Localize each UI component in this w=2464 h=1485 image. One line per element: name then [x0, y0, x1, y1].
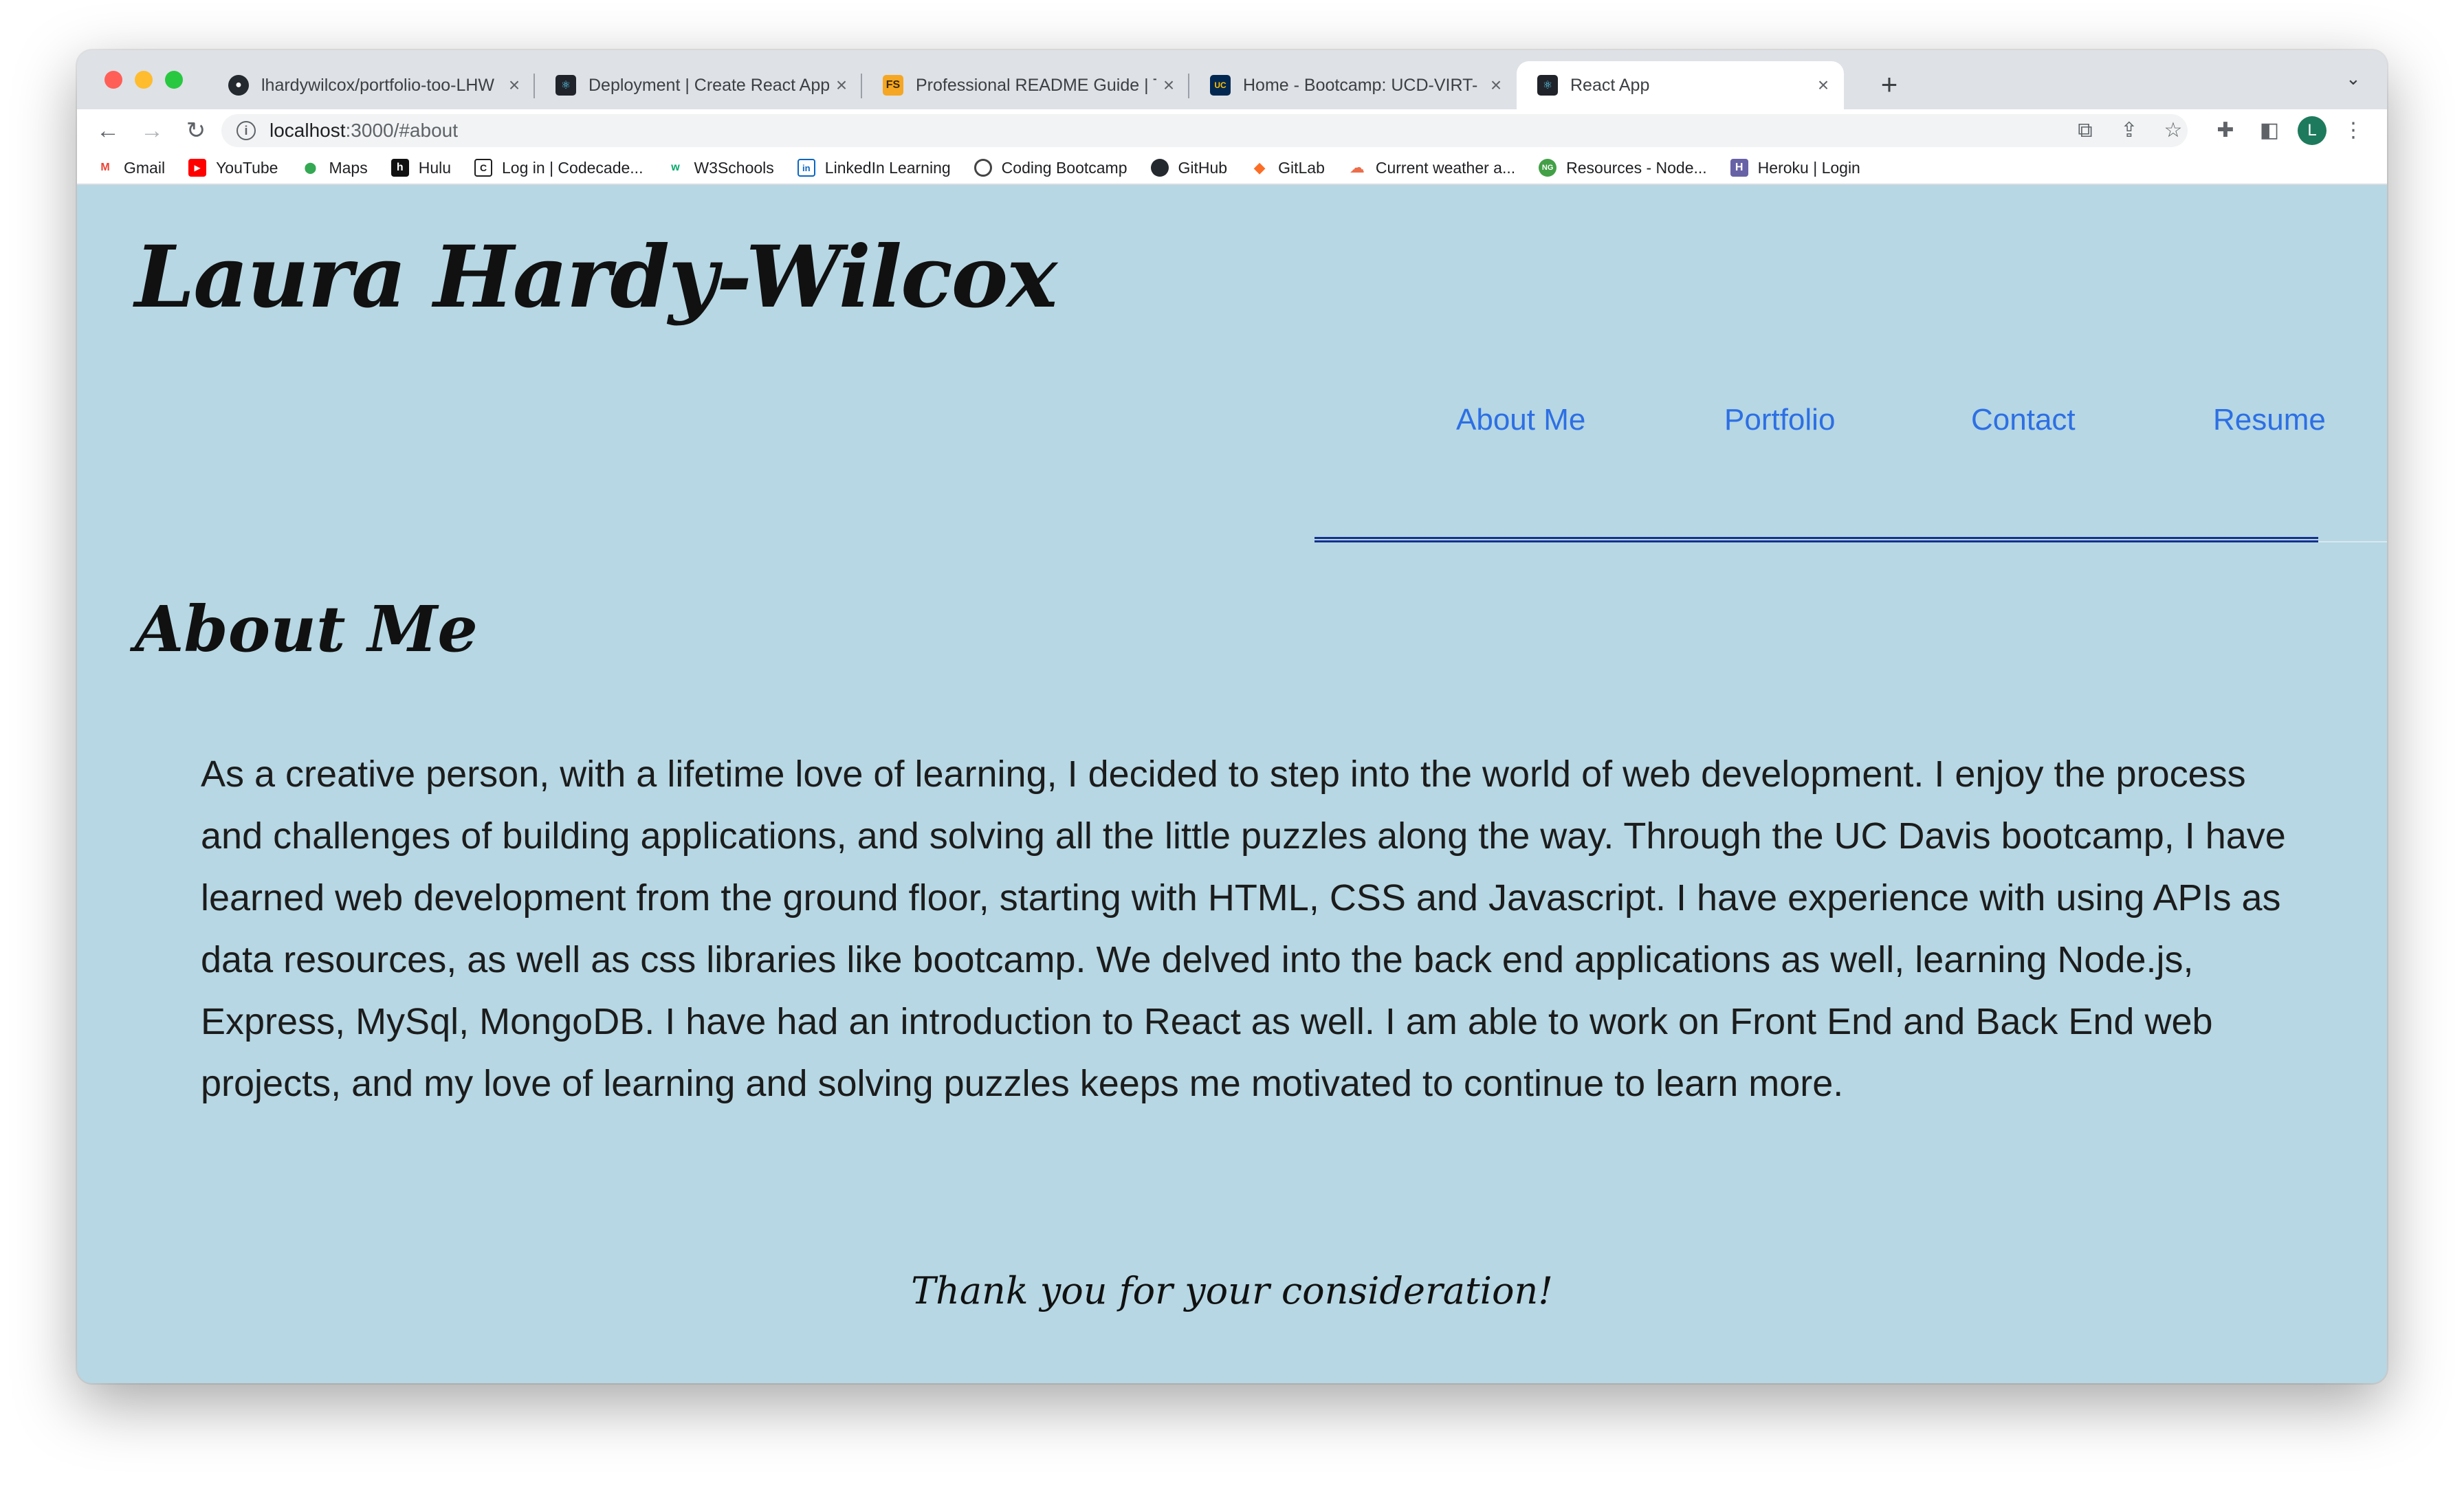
- bookmark-label: Hulu: [418, 158, 452, 177]
- bookmark-label: Gmail: [124, 158, 166, 177]
- bookmark-label: Current weather a...: [1375, 158, 1516, 177]
- about-heading: About Me: [135, 592, 478, 666]
- bookmark-weather[interactable]: ☁ Current weather a...: [1348, 159, 1515, 177]
- bookmark-w3schools[interactable]: w W3Schools: [666, 158, 774, 177]
- page-content: Laura Hardy-Wilcox About Me Portfolio Co…: [77, 186, 2387, 1383]
- bookmark-label: Coding Bootcamp: [1001, 158, 1128, 177]
- youtube-icon: ▶: [188, 159, 207, 177]
- url-host: localhost: [270, 120, 346, 141]
- hulu-icon: h: [390, 159, 409, 177]
- codecademy-icon: C: [474, 159, 493, 177]
- tab-title: Home - Bootcamp: UCD-VIRT-: [1243, 75, 1478, 95]
- gmail-icon: M: [100, 162, 110, 173]
- forward-icon[interactable]: →: [136, 115, 168, 146]
- about-paragraph: As a creative person, with a lifetime lo…: [201, 754, 2286, 1104]
- maximize-window-button[interactable]: [165, 71, 183, 89]
- site-title: Laura Hardy-Wilcox: [135, 228, 1057, 327]
- browser-toolbar: ← → ↻ i localhost:3000/#about ⧉ ⇪ ☆ ✚ ◧ …: [77, 109, 2387, 152]
- extensions-icon[interactable]: ✚: [2211, 116, 2240, 145]
- tab-readme-guide[interactable]: FS Professional README Guide | T ×: [862, 61, 1189, 109]
- bookmark-label: Maps: [329, 158, 368, 177]
- address-bar[interactable]: i localhost:3000/#about: [221, 114, 2188, 147]
- close-icon[interactable]: ×: [1156, 74, 1181, 96]
- share-icon[interactable]: ⇪: [2115, 116, 2144, 145]
- tab-title: Deployment | Create React App: [588, 75, 829, 95]
- nav-underline: [1314, 537, 2318, 542]
- thank-you-message: Thank you for your consideration!: [911, 1269, 1553, 1312]
- menu-icon[interactable]: ⋮: [2339, 116, 2368, 145]
- bookmark-label: W3Schools: [694, 158, 774, 177]
- github-icon: [1150, 159, 1169, 177]
- bookmark-node-resources[interactable]: NG Resources - Node...: [1539, 159, 1707, 177]
- close-icon[interactable]: ×: [502, 74, 527, 96]
- tab-deployment[interactable]: ⚛ Deployment | Create React App ×: [535, 61, 862, 109]
- maps-icon: ⬤: [304, 162, 317, 174]
- close-icon[interactable]: ×: [1811, 74, 1836, 96]
- browser-window: ● lhardywilcox/portfolio-too-LHW × ⚛ Dep…: [77, 50, 2387, 1383]
- bookmark-hulu[interactable]: h Hulu: [390, 158, 452, 177]
- bootcamp-icon: [974, 159, 992, 177]
- ucd-icon: UC: [1210, 75, 1231, 96]
- gitlab-icon: ◆: [1253, 159, 1266, 176]
- reload-icon[interactable]: ↻: [180, 115, 212, 146]
- react-icon: ⚛: [556, 75, 576, 96]
- bookmarks-bar: M Gmail ▶ YouTube ⬤ Maps h Hulu C Log in | Co…: [77, 152, 2387, 185]
- tab-search-button[interactable]: ⌄: [2346, 68, 2361, 89]
- bookmark-github[interactable]: GitHub: [1150, 158, 1228, 177]
- bookmark-linkedin[interactable]: in LinkedIn Learning: [797, 158, 951, 177]
- bookmark-label: LinkedIn Learning: [824, 158, 951, 177]
- bookmark-label: Heroku | Login: [1757, 158, 1860, 177]
- tab-strip: ● lhardywilcox/portfolio-too-LHW × ⚛ Dep…: [77, 50, 2387, 109]
- minimize-window-button[interactable]: [135, 71, 153, 89]
- node-icon: NG: [1539, 159, 1557, 177]
- tab-title: lhardywilcox/portfolio-too-LHW: [261, 75, 495, 95]
- close-window-button[interactable]: [104, 71, 122, 89]
- bookmark-codecademy[interactable]: C Log in | Codecade...: [474, 159, 643, 177]
- nav-about-me[interactable]: About Me: [1456, 403, 1585, 437]
- bookmark-youtube[interactable]: ▶ YouTube: [188, 159, 278, 177]
- tab-bootcamp-home[interactable]: UC Home - Bootcamp: UCD-VIRT- ×: [1189, 61, 1517, 109]
- bookmark-label: Log in | Codecade...: [502, 158, 644, 177]
- tab-title: React App: [1570, 75, 1650, 95]
- bookmark-maps[interactable]: ⬤ Maps: [301, 158, 368, 177]
- github-icon: ●: [228, 75, 249, 96]
- bookmark-heroku[interactable]: H Heroku | Login: [1730, 159, 1860, 177]
- fs-icon: FS: [883, 75, 903, 96]
- bookmark-label: GitHub: [1178, 158, 1228, 177]
- close-icon[interactable]: ×: [829, 74, 854, 96]
- bookmark-coding-bootcamp[interactable]: Coding Bootcamp: [974, 159, 1128, 177]
- bookmark-label: GitLab: [1278, 158, 1325, 177]
- bookmark-gmail[interactable]: M Gmail: [96, 159, 165, 177]
- close-icon[interactable]: ×: [1484, 74, 1508, 96]
- bookmark-gitlab[interactable]: ◆ GitLab: [1251, 159, 1325, 177]
- bookmark-star-icon[interactable]: ☆: [2159, 116, 2188, 145]
- bookmark-label: Resources - Node...: [1566, 158, 1707, 177]
- linkedin-icon: in: [797, 159, 815, 177]
- tab-react-app[interactable]: ⚛ React App ×: [1517, 61, 1844, 109]
- heroku-icon: H: [1730, 159, 1748, 177]
- nav-portfolio[interactable]: Portfolio: [1724, 403, 1835, 437]
- tab-github-portfolio[interactable]: ● lhardywilcox/portfolio-too-LHW ×: [208, 61, 535, 109]
- w3schools-icon: w: [671, 162, 680, 173]
- back-icon[interactable]: ←: [92, 115, 124, 146]
- nav-contact[interactable]: Contact: [1971, 403, 2076, 437]
- tab-title: Professional README Guide | T: [916, 75, 1156, 95]
- site-info-icon[interactable]: i: [236, 121, 256, 140]
- open-in-app-icon[interactable]: ⧉: [2071, 116, 2100, 145]
- bookmark-label: YouTube: [216, 158, 278, 177]
- url-path: :3000/#about: [345, 120, 459, 141]
- address-url: localhost:3000/#about: [270, 120, 458, 142]
- side-panel-icon[interactable]: ◧: [2255, 116, 2284, 145]
- profile-avatar[interactable]: L: [2298, 116, 2326, 145]
- nav-resume[interactable]: Resume: [2213, 403, 2326, 437]
- react-icon: ⚛: [1537, 75, 1558, 96]
- new-tab-button[interactable]: +: [1869, 64, 1910, 105]
- weather-icon: ☁: [1349, 159, 1365, 176]
- divider: [2318, 541, 2387, 542]
